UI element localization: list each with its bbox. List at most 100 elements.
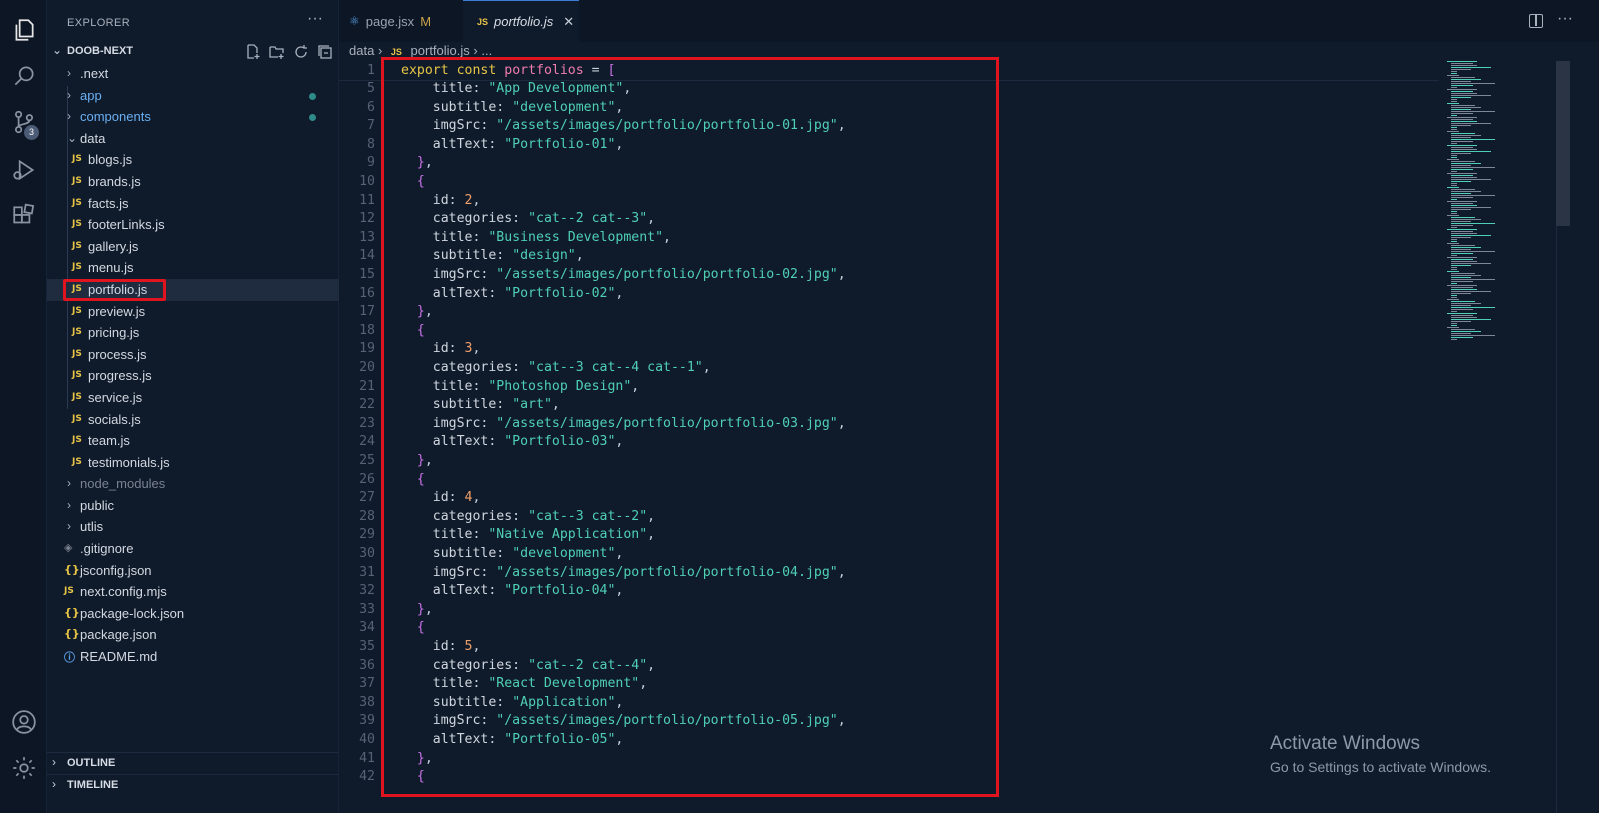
minimap-line (1451, 97, 1471, 98)
folder-item[interactable]: › .next (47, 63, 339, 85)
file-item[interactable]: JS blogs.js (47, 149, 339, 171)
file-item[interactable]: JS testimonials.js (47, 452, 339, 474)
js-file-icon: JS (72, 219, 82, 230)
file-item[interactable]: JS footerLinks.js (47, 214, 339, 236)
search-icon[interactable] (0, 54, 47, 98)
file-item[interactable]: {} jsconfig.json (47, 560, 339, 582)
folder-item[interactable]: › components (47, 106, 339, 128)
account-icon[interactable] (0, 700, 47, 744)
line-number: 37 (359, 676, 375, 692)
folder-item[interactable]: › utlis (47, 516, 339, 538)
minimap-line (1451, 155, 1457, 156)
minimap-line (1451, 323, 1457, 324)
editor-scrollbar[interactable] (1556, 61, 1570, 226)
file-item[interactable]: JS facts.js (47, 193, 339, 215)
extensions-icon[interactable] (0, 194, 47, 238)
file-item[interactable]: JS portfolio.js (47, 278, 339, 301)
minimap-line (1451, 321, 1471, 322)
line-number: 40 (359, 732, 375, 747)
file-item[interactable]: ⓘ README.md (47, 646, 339, 668)
file-item[interactable]: JS preview.js (47, 301, 339, 323)
file-item[interactable]: {} package.json (47, 624, 339, 646)
tree-item-label: app (80, 87, 102, 103)
file-item[interactable]: JS next.config.mjs (47, 581, 339, 603)
folder-item[interactable]: ⌄ data (47, 128, 339, 150)
line-number: 6 (367, 99, 375, 115)
breadcrumb-file[interactable]: portfolio.js (411, 43, 470, 58)
tree-item-label: data (80, 130, 106, 146)
file-item[interactable]: JS menu.js (47, 257, 339, 279)
tab-label: page.jsx (365, 13, 415, 29)
minimap-line (1451, 167, 1495, 168)
minimap-line (1451, 101, 1457, 102)
tab-page-jsx[interactable]: ⚛ page.jsx M (339, 0, 463, 42)
tree-item-label: .gitignore (80, 541, 134, 557)
run-debug-icon[interactable] (0, 148, 47, 192)
chevron-down-icon: ⌄ (67, 130, 78, 145)
tree-item-label: README.md (80, 649, 158, 665)
new-folder-icon[interactable] (269, 44, 285, 60)
minimap-line (1451, 265, 1471, 266)
minimap-line (1451, 219, 1481, 220)
tree-item-label: pricing.js (88, 325, 140, 341)
file-item[interactable]: JS brands.js (47, 171, 339, 193)
windows-activation-watermark: Activate Windows Go to Settings to activ… (1270, 733, 1491, 775)
minimap-line (1447, 103, 1459, 104)
line-number: 19 (359, 341, 375, 357)
minimap-line (1447, 285, 1477, 286)
file-item[interactable]: ◈ .gitignore (47, 538, 339, 560)
source-control-badge: 3 (24, 125, 39, 140)
refresh-icon[interactable] (293, 44, 309, 60)
minimap-line (1451, 81, 1471, 82)
split-editor-icon[interactable] (1529, 14, 1543, 28)
tree-item-label: public (80, 497, 114, 513)
collapse-all-icon[interactable] (317, 44, 333, 60)
file-item[interactable]: JS pricing.js (47, 322, 339, 344)
minimap-line (1451, 259, 1473, 260)
new-file-icon[interactable] (245, 44, 261, 60)
file-item[interactable]: JS socials.js (47, 409, 339, 431)
tree-item-label: package.json (80, 627, 157, 643)
minimap-line (1451, 289, 1477, 290)
project-root[interactable]: ⌄ DOOB-NEXT (47, 42, 339, 62)
breadcrumb-folder[interactable]: data (349, 43, 374, 58)
outline-panel[interactable]: › OUTLINE (47, 752, 339, 773)
minimap-line (1451, 151, 1491, 152)
minimap-line (1451, 169, 1473, 170)
js-file-icon: JS (72, 175, 82, 186)
breadcrumb-symbol[interactable]: ... (481, 43, 492, 58)
explorer-more-icon[interactable]: ··· (307, 10, 323, 28)
minimap-line (1451, 67, 1491, 68)
settings-gear-icon[interactable] (0, 746, 47, 790)
folder-item[interactable]: › app (47, 85, 339, 107)
minimap-line (1451, 239, 1457, 240)
js-file-icon: JS (72, 154, 82, 165)
file-item[interactable]: JS team.js (47, 430, 339, 452)
minimap-line (1451, 207, 1491, 208)
timeline-panel[interactable]: › TIMELINE (47, 774, 339, 795)
minimap-line (1451, 203, 1473, 204)
minimap-line (1451, 153, 1471, 154)
file-item[interactable]: JS service.js (47, 387, 339, 409)
folder-item[interactable]: › public (47, 495, 339, 517)
folder-item[interactable]: › node_modules (47, 473, 339, 495)
close-icon[interactable]: ✕ (563, 14, 574, 30)
modified-dot (309, 92, 316, 100)
tab-portfolio-js[interactable]: JS portfolio.js ✕ (463, 0, 579, 42)
minimap-line (1451, 183, 1457, 184)
minimap-line (1451, 251, 1495, 252)
file-item[interactable]: JS gallery.js (47, 236, 339, 258)
minimap-line (1451, 115, 1457, 116)
minimap[interactable] (1443, 61, 1513, 361)
source-control-icon[interactable]: 3 (0, 100, 47, 144)
minimap-line (1451, 119, 1473, 120)
more-actions-icon[interactable]: ··· (1557, 10, 1573, 28)
file-item[interactable]: JS progress.js (47, 365, 339, 387)
minimap-line (1451, 339, 1457, 340)
minimap-line (1447, 229, 1477, 230)
file-item[interactable]: JS process.js (47, 344, 339, 366)
explorer-icon[interactable] (0, 8, 47, 52)
minimap-line (1451, 109, 1471, 110)
line-number: 42 (359, 769, 375, 785)
file-item[interactable]: {} package-lock.json (47, 603, 339, 625)
